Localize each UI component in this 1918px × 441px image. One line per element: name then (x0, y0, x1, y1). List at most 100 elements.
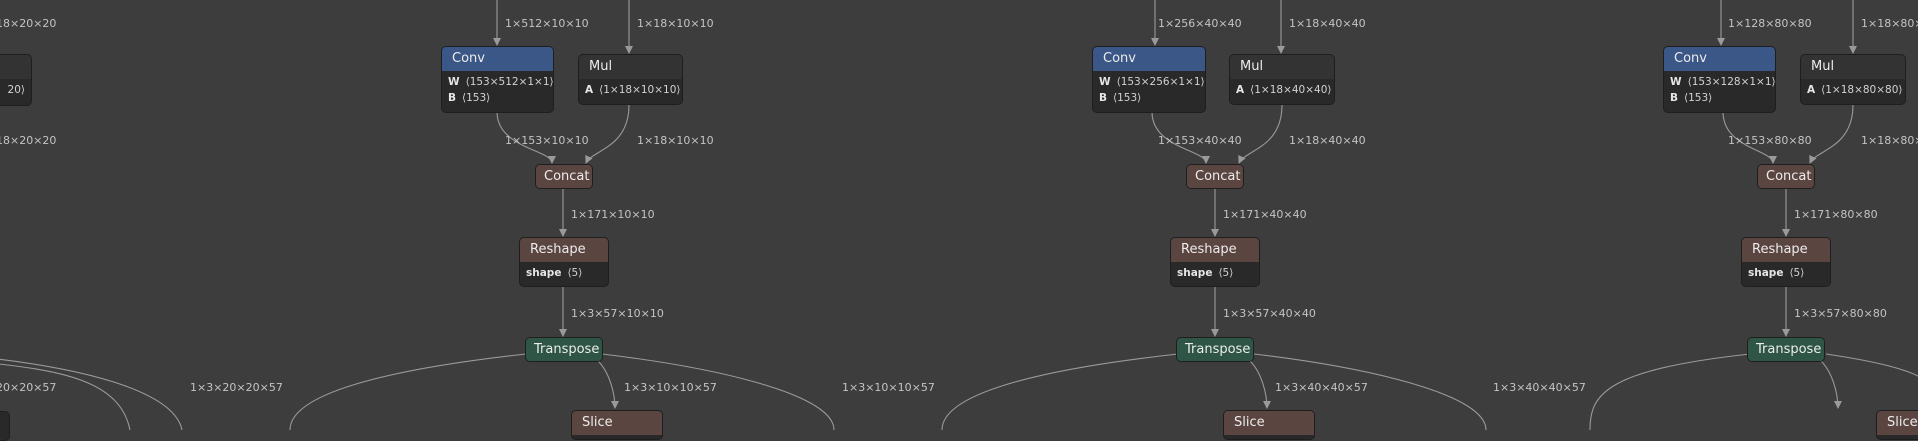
attr-key: shape (1177, 267, 1213, 279)
node-header (0, 55, 31, 79)
edge-label: 18×20×20 (0, 17, 56, 30)
node-title: Transpose (526, 338, 602, 361)
edge-g3-transpose-left (1589, 353, 1751, 430)
edge-label: 1×3×20×20×57 (190, 381, 283, 394)
attr-key: A (1807, 84, 1816, 96)
node-concat[interactable]: Concat (1757, 164, 1815, 189)
node-conv[interactable]: Conv W ⟨153×512×1×1⟩ B ⟨153⟩ (441, 46, 554, 113)
node-conv[interactable]: Conv W ⟨153×128×1×1⟩ B ⟨153⟩ (1663, 46, 1776, 113)
node-attr-w: W ⟨153×256×1×1⟩ (1099, 74, 1205, 90)
node-title: Mul (579, 55, 682, 79)
node-attributes: shape ⟨5⟩ (1171, 262, 1259, 284)
attr-value: ⟨5⟩ (1218, 267, 1234, 279)
attr-value: ⟨153×128×1×1⟩ (1687, 76, 1776, 88)
edge-label: 1×153×40×40 (1158, 134, 1242, 147)
edge-label: 1×3×57×40×40 (1223, 307, 1316, 320)
edge-label: 1×18×40×40 (1289, 134, 1366, 147)
node-transpose[interactable]: Transpose (1747, 337, 1825, 362)
node-attr-w: W ⟨153×512×1×1⟩ (448, 74, 553, 90)
node-title: Reshape (520, 238, 608, 262)
edge-g3-transpose-slice (1819, 359, 1842, 409)
node-concat[interactable]: Concat (535, 164, 593, 189)
node-attr-a: A ⟨1×18×40×40⟩ (1236, 82, 1332, 98)
attr-key: shape (526, 267, 562, 279)
node-concat[interactable]: Concat (1186, 164, 1244, 189)
node-title: Slice (1224, 411, 1314, 435)
attr-value: ⟨153×512×1×1⟩ (465, 76, 554, 88)
edge-g2-mul-concat (1238, 104, 1283, 164)
node-attributes: A ⟨1×18×40×40⟩ (1230, 79, 1334, 101)
attr-key: B (1670, 92, 1679, 104)
edge-label: 1×18×10×10 (637, 17, 714, 30)
node-title: Reshape (1171, 238, 1259, 262)
node-title: Mul (1801, 55, 1905, 79)
attr-value: ⟨153⟩ (462, 92, 491, 104)
attr-value: ⟨5⟩ (567, 267, 583, 279)
node-slice[interactable]: Slice (1876, 410, 1918, 440)
node-attr-value: 20⟩ (7, 84, 25, 96)
attr-value: ⟨1×18×40×40⟩ (1250, 84, 1332, 96)
node-attr-w: W ⟨153×128×1×1⟩ (1670, 74, 1775, 90)
edge-g3-transpose-right (1825, 353, 1918, 377)
attr-value: ⟨153⟩ (1684, 92, 1713, 104)
node-attributes: A ⟨1×18×80×80⟩ (1801, 79, 1905, 101)
node-title: Conv (1664, 47, 1775, 71)
node-title: Slice (572, 411, 662, 435)
node-attributes: 20⟩ (0, 79, 31, 101)
edge-label: 1×3×40×40×57 (1493, 381, 1586, 394)
edge-g1-transpose-slice (596, 359, 619, 409)
attr-key: W (1099, 76, 1111, 88)
node-attributes: shape ⟨5⟩ (520, 262, 608, 284)
edge-g1-transpose-left (289, 353, 527, 430)
node-transpose[interactable]: Transpose (1176, 337, 1254, 362)
node-attr-b: B ⟨153⟩ (448, 90, 547, 106)
node-title: Conv (1093, 47, 1205, 71)
attr-key: A (1236, 84, 1245, 96)
node-reshape[interactable]: Reshape shape ⟨5⟩ (519, 237, 609, 287)
node-slice[interactable]: Slice (571, 410, 663, 440)
edge-left-curve-a (0, 363, 131, 430)
node-reshape[interactable]: Reshape shape ⟨5⟩ (1170, 237, 1260, 287)
attr-key: B (1099, 92, 1108, 104)
graph-canvas[interactable]: 18×20×20 1×512×10×10 1×18×10×10 18×20×20… (0, 0, 1918, 430)
attr-value: ⟨1×18×80×80⟩ (1821, 84, 1903, 96)
node-transpose[interactable]: Transpose (525, 337, 603, 362)
node-reshape[interactable]: Reshape shape ⟨5⟩ (1741, 237, 1831, 287)
node-title: Transpose (1177, 338, 1253, 361)
attr-key: B (448, 92, 457, 104)
node-attr-shape: shape ⟨5⟩ (1177, 265, 1253, 281)
node-attributes: A ⟨1×18×10×10⟩ (579, 79, 682, 101)
edge-label: 1×171×40×40 (1223, 208, 1307, 221)
node-partial-left[interactable]: 20⟩ (0, 54, 32, 106)
node-conv[interactable]: Conv W ⟨153×256×1×1⟩ B ⟨153⟩ (1092, 46, 1206, 113)
node-partial-left-bottom[interactable] (0, 411, 10, 441)
attr-value: ⟨153×256×1×1⟩ (1116, 76, 1205, 88)
edge-label: 1×3×10×10×57 (842, 381, 935, 394)
node-attributes: W ⟨153×512×1×1⟩ B ⟨153⟩ (442, 71, 553, 109)
edge-g1-mul-concat (585, 104, 630, 164)
edge-g3-mul-concat (1809, 104, 1854, 164)
attr-key: shape (1748, 267, 1784, 279)
node-slice[interactable]: Slice (1223, 410, 1315, 440)
edge-g2-transpose-left (941, 353, 1179, 430)
edge-label: 1×3×40×40×57 (1275, 381, 1368, 394)
node-title: Slice (1877, 411, 1918, 435)
edge-label: 1×3×57×10×10 (571, 307, 664, 320)
edge-label: 1×18×10×10 (637, 134, 714, 147)
node-mul[interactable]: Mul A ⟨1×18×40×40⟩ (1229, 54, 1335, 105)
edge-label: 1×256×40×40 (1158, 17, 1242, 30)
edge-label: 1×3×57×80×80 (1794, 307, 1887, 320)
node-title: Concat (1758, 165, 1814, 188)
node-title: Transpose (1748, 338, 1824, 361)
node-mul[interactable]: Mul A ⟨1×18×10×10⟩ (578, 54, 683, 105)
edge-label: 1×3×10×10×57 (624, 381, 717, 394)
attr-value: ⟨1×18×10×10⟩ (599, 84, 681, 96)
attr-key: W (1670, 76, 1682, 88)
edge-label: 1×18×40×40 (1289, 17, 1366, 30)
node-mul[interactable]: Mul A ⟨1×18×80×80⟩ (1800, 54, 1906, 105)
edge-label: 1×171×80×80 (1794, 208, 1878, 221)
attr-key: A (585, 84, 594, 96)
node-attr-b: B ⟨153⟩ (1670, 90, 1769, 106)
attr-value: ⟨5⟩ (1789, 267, 1805, 279)
edge-label: 18×20×20 (0, 134, 56, 147)
